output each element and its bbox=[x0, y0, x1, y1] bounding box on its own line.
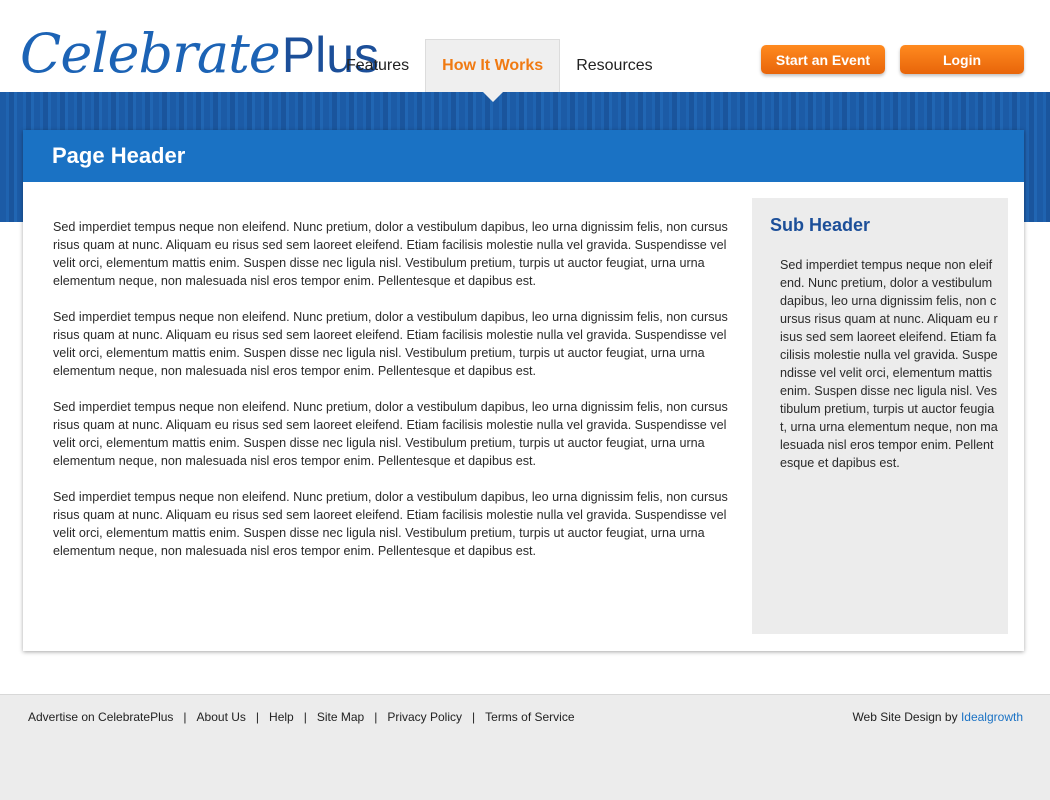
footer-link-terms[interactable]: Terms of Service bbox=[485, 710, 574, 724]
nav-label: Features bbox=[346, 56, 410, 74]
footer: Advertise on CelebratePlus | About Us | He… bbox=[0, 694, 1050, 800]
nav-item-resources[interactable]: Resources bbox=[560, 39, 668, 92]
link-separator: | bbox=[255, 710, 260, 724]
content-card: Page Header Sed imperdiet tempus neque n… bbox=[23, 130, 1024, 651]
design-credit: Web Site Design by Idealgrowth bbox=[852, 710, 1023, 724]
body-paragraph: Sed imperdiet tempus neque non eleifend.… bbox=[53, 490, 728, 558]
sidebar-title: Sub Header bbox=[770, 215, 871, 235]
footer-links: Advertise on CelebratePlus | About Us | He… bbox=[28, 710, 575, 724]
body-paragraph: Sed imperdiet tempus neque non eleifend.… bbox=[53, 400, 728, 468]
nav-label: Resources bbox=[576, 56, 653, 74]
footer-link-site-map[interactable]: Site Map bbox=[317, 710, 364, 724]
body-paragraph: Sed imperdiet tempus neque non eleifend.… bbox=[53, 220, 728, 288]
credit-link[interactable]: Idealgrowth bbox=[961, 710, 1023, 724]
credit-prefix: Web Site Design by bbox=[852, 710, 958, 724]
site-logo[interactable]: CelebratePlus bbox=[20, 22, 379, 86]
start-event-button[interactable]: Start an Event bbox=[761, 45, 885, 74]
active-caret-icon bbox=[482, 92, 503, 102]
sidebar-panel: Sub Header Sed imperdiet tempus neque no… bbox=[752, 198, 1008, 634]
main-content: Sed imperdiet tempus neque non eleifend.… bbox=[53, 218, 738, 578]
body-paragraph: Sed imperdiet tempus neque non eleifend.… bbox=[53, 310, 728, 378]
footer-link-advertise[interactable]: Advertise on CelebratePlus bbox=[28, 710, 173, 724]
footer-link-privacy[interactable]: Privacy Policy bbox=[387, 710, 462, 724]
link-separator: | bbox=[183, 710, 187, 724]
top-header: CelebratePlus Features How It Works Reso… bbox=[0, 0, 1050, 102]
link-separator: | bbox=[303, 710, 307, 724]
nav-item-features[interactable]: Features bbox=[330, 39, 425, 92]
login-button[interactable]: Login bbox=[900, 45, 1024, 74]
nav-label: How It Works bbox=[442, 57, 544, 74]
logo-script-text: Celebrate bbox=[20, 22, 281, 85]
sidebar-text: Sed imperdiet tempus neque non eleifend.… bbox=[780, 258, 998, 470]
link-separator: | bbox=[374, 710, 378, 724]
main-nav: Features How It Works Resources bbox=[330, 39, 669, 102]
nav-item-how-it-works[interactable]: How It Works bbox=[425, 39, 561, 102]
footer-link-help[interactable]: Help bbox=[269, 710, 294, 724]
footer-link-about[interactable]: About Us bbox=[197, 710, 246, 724]
page-title: Page Header bbox=[23, 130, 1024, 182]
link-separator: | bbox=[472, 710, 476, 724]
